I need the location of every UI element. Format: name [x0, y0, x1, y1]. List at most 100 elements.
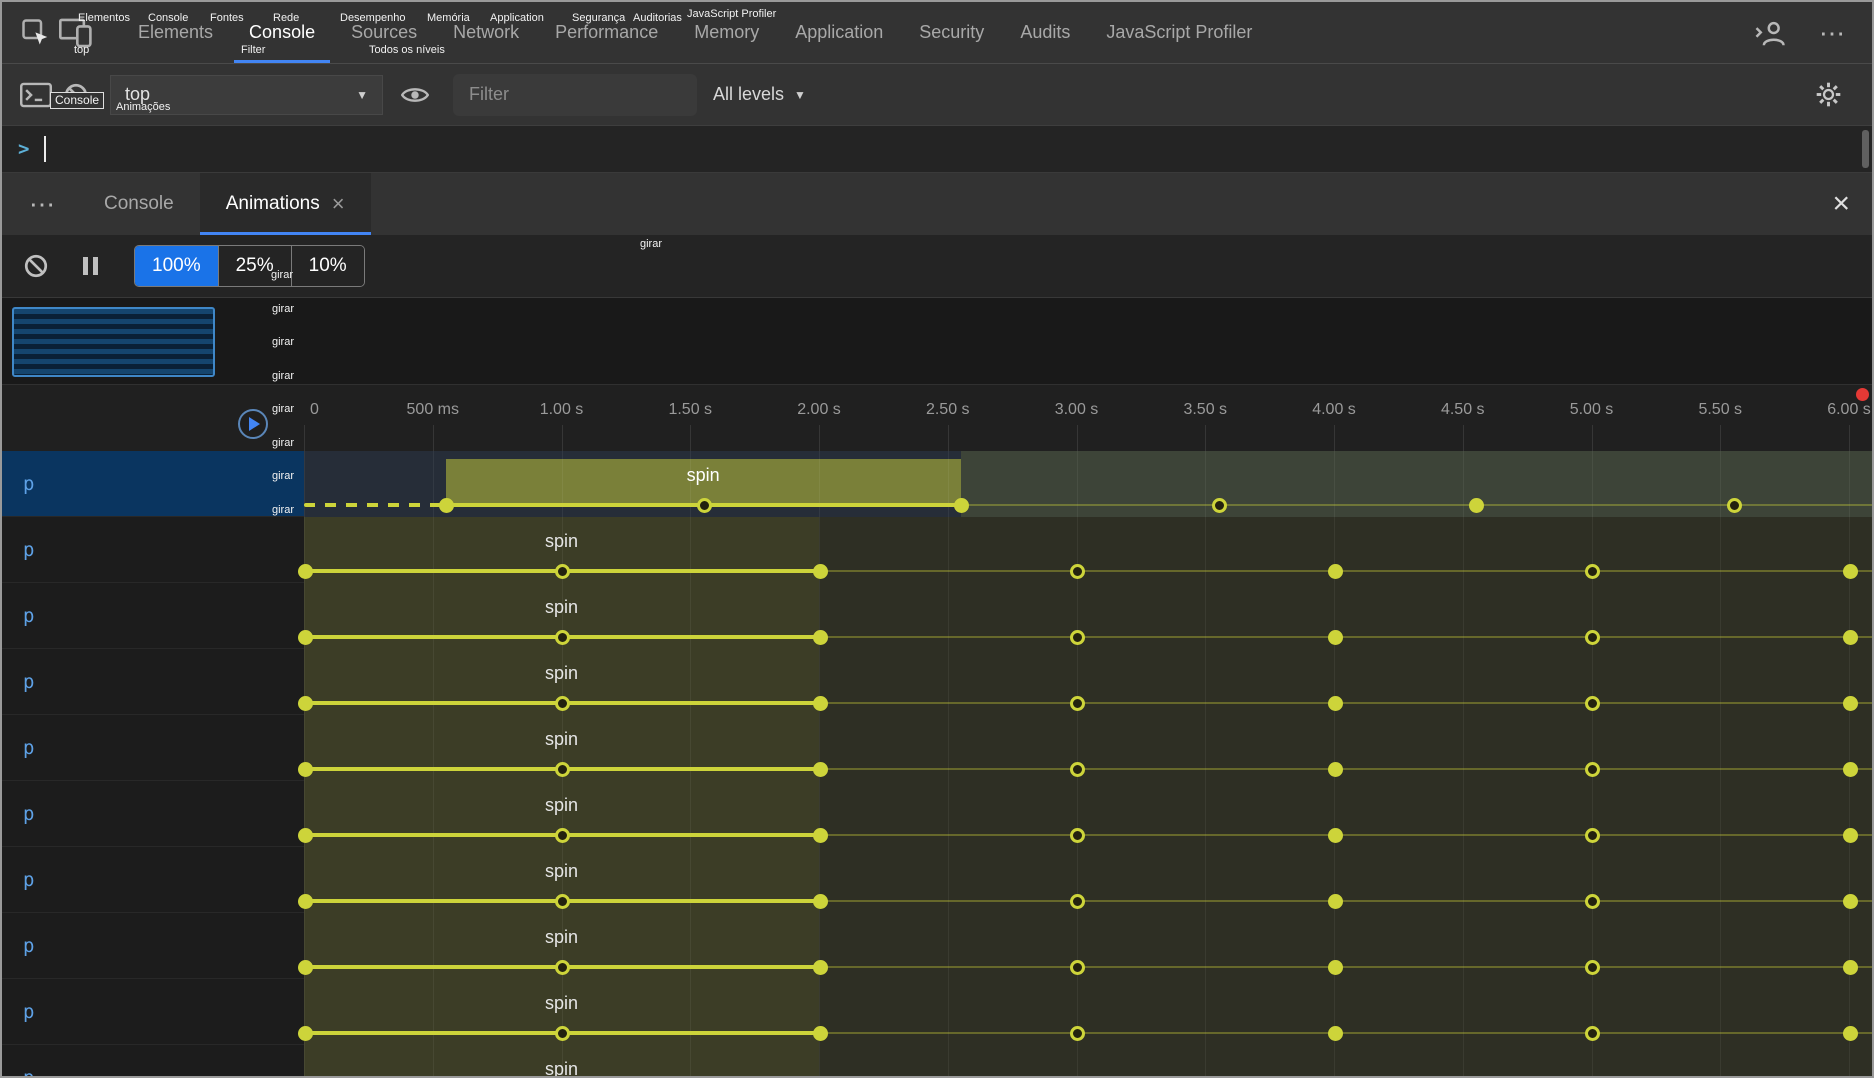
keyframe-dot[interactable] [1727, 498, 1742, 513]
keyframe-dot[interactable] [1585, 828, 1600, 843]
keyframe-dot[interactable] [1585, 960, 1600, 975]
pause-all-button[interactable] [70, 244, 110, 288]
keyframe-dot[interactable] [1070, 564, 1085, 579]
keyframe-dot[interactable] [1585, 1026, 1600, 1041]
drawer-tab-animations[interactable]: Animations× [200, 173, 371, 235]
keyframe-dot[interactable] [298, 762, 313, 777]
row-track[interactable]: spin [304, 583, 1872, 649]
keyframe-dot[interactable] [1585, 696, 1600, 711]
console-settings-button[interactable] [1808, 73, 1848, 117]
keyframe-dot[interactable] [1070, 894, 1085, 909]
keyframe-dot[interactable] [1585, 630, 1600, 645]
keyframe-dot[interactable] [1328, 894, 1343, 909]
row-track[interactable]: spin [304, 1045, 1872, 1076]
tab-close-icon[interactable]: × [332, 193, 345, 215]
row-node-label[interactable]: p [2, 649, 304, 715]
keyframe-dot[interactable] [1070, 762, 1085, 777]
row-node-label[interactable]: p [2, 1045, 304, 1076]
row-track[interactable]: spin [304, 517, 1872, 583]
animation-preview-thumbnail[interactable] [12, 307, 215, 377]
row-node-label[interactable]: p [2, 979, 304, 1045]
keyframe-dot[interactable] [555, 696, 570, 711]
row-track[interactable]: spin [304, 913, 1872, 979]
keyframe-dot[interactable] [813, 894, 828, 909]
keyframe-dot[interactable] [1843, 828, 1858, 843]
keyframe-dot[interactable] [298, 960, 313, 975]
keyframe-dot[interactable] [1212, 498, 1227, 513]
keyframe-dot[interactable] [1328, 828, 1343, 843]
drawer-menu-button[interactable]: ⋯ [22, 182, 62, 226]
keyframe-dot[interactable] [697, 498, 712, 513]
keyframe-dot[interactable] [1843, 960, 1858, 975]
keyframe-dot[interactable] [1328, 564, 1343, 579]
keyframe-dot[interactable] [1843, 696, 1858, 711]
keyframe-dot[interactable] [1843, 762, 1858, 777]
keyframe-dot[interactable] [813, 828, 828, 843]
keyframe-dot[interactable] [298, 828, 313, 843]
keyframe-dot[interactable] [1843, 1026, 1858, 1041]
playback-rate-100%[interactable]: 100% [135, 246, 219, 286]
keyframe-dot[interactable] [1070, 960, 1085, 975]
tab-application[interactable]: Application [777, 2, 901, 63]
keyframe-dot[interactable] [1328, 696, 1343, 711]
row-node-label[interactable]: p [2, 781, 304, 847]
keyframe-dot[interactable] [298, 1026, 313, 1041]
inspect-element-button[interactable] [16, 11, 56, 55]
row-track[interactable]: spin [304, 715, 1872, 781]
keyframe-dot[interactable] [555, 894, 570, 909]
keyframe-dot[interactable] [1585, 762, 1600, 777]
row-track[interactable]: spin [304, 979, 1872, 1045]
keyframe-dot[interactable] [298, 894, 313, 909]
console-prompt[interactable]: > [2, 126, 1872, 173]
keyframe-dot[interactable] [1328, 762, 1343, 777]
keyframe-dot[interactable] [1328, 630, 1343, 645]
log-levels-dropdown[interactable]: All levels ▼ [713, 84, 806, 105]
row-track[interactable]: spin [304, 451, 1872, 517]
row-node-label[interactable]: p [2, 451, 304, 517]
console-filter-input[interactable] [453, 74, 697, 116]
timeline-scrubber[interactable] [238, 409, 268, 439]
row-track[interactable]: spin [304, 781, 1872, 847]
row-node-label[interactable]: p [2, 583, 304, 649]
row-track[interactable]: spin [304, 649, 1872, 715]
keyframe-dot[interactable] [813, 630, 828, 645]
tab-javascript-profiler[interactable]: JavaScript Profiler [1088, 2, 1270, 63]
keyframe-dot[interactable] [298, 630, 313, 645]
keyframe-dot[interactable] [555, 762, 570, 777]
keyframe-dot[interactable] [813, 960, 828, 975]
keyframe-dot[interactable] [555, 1026, 570, 1041]
keyframe-dot[interactable] [555, 960, 570, 975]
live-expression-button[interactable] [395, 73, 435, 117]
keyframe-dot[interactable] [1585, 564, 1600, 579]
row-node-label[interactable]: p [2, 913, 304, 979]
drawer-tab-console[interactable]: Console [78, 173, 200, 235]
tab-audits[interactable]: Audits [1002, 2, 1088, 63]
keyframe-dot[interactable] [1070, 630, 1085, 645]
playback-rate-10%[interactable]: 10% [292, 246, 364, 286]
keyframe-dot[interactable] [813, 564, 828, 579]
keyframe-dot[interactable] [813, 696, 828, 711]
keyframe-dot[interactable] [1070, 828, 1085, 843]
keyframe-dot[interactable] [555, 828, 570, 843]
keyframe-dot[interactable] [298, 564, 313, 579]
row-node-label[interactable]: p [2, 715, 304, 781]
keyframe-dot[interactable] [1328, 960, 1343, 975]
keyframe-dot[interactable] [1843, 630, 1858, 645]
keyframe-dot[interactable] [813, 762, 828, 777]
keyframe-dot[interactable] [1843, 894, 1858, 909]
keyframe-dot[interactable] [813, 1026, 828, 1041]
keyframe-dot[interactable] [298, 696, 313, 711]
row-node-label[interactable]: p [2, 847, 304, 913]
scrollbar[interactable] [1862, 130, 1869, 168]
keyframe-dot[interactable] [555, 564, 570, 579]
keyframe-dot[interactable] [1328, 1026, 1343, 1041]
keyframe-dot[interactable] [555, 630, 570, 645]
keyframe-dot[interactable] [1070, 1026, 1085, 1041]
row-node-label[interactable]: p [2, 517, 304, 583]
clear-animations-button[interactable] [16, 244, 56, 288]
row-track[interactable]: spin [304, 847, 1872, 913]
keyframe-dot[interactable] [1843, 564, 1858, 579]
keyframe-dot[interactable] [1070, 696, 1085, 711]
drawer-close-button[interactable]: × [1832, 189, 1850, 219]
keyframe-dot[interactable] [1585, 894, 1600, 909]
